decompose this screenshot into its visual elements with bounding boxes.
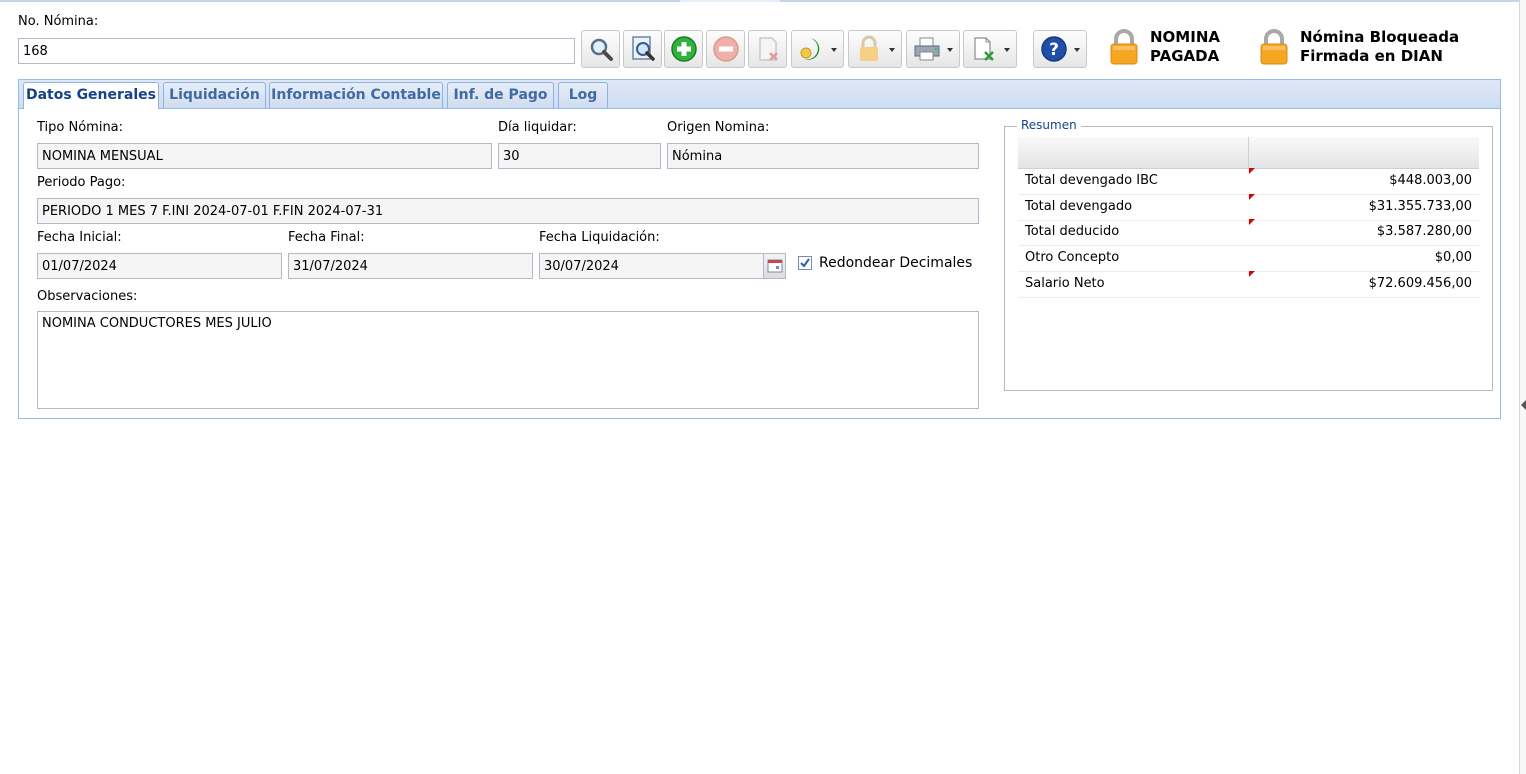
- calendar-icon: [767, 259, 783, 273]
- fecha-liquidacion-field[interactable]: [539, 253, 786, 279]
- chevron-down-icon: [947, 48, 953, 52]
- moon-gear-icon: [800, 38, 820, 60]
- table-row[interactable]: Total devengado $31.355.733,00: [1018, 194, 1479, 221]
- tab-inf-de-pago[interactable]: Inf. de Pago: [447, 82, 554, 108]
- fecha-inicial-label: Fecha Inicial:: [37, 230, 122, 245]
- nomina-pagada-text: NOMINA PAGADA: [1150, 28, 1220, 65]
- resumen-fieldset: Resumen Total devengado IBC $448.003,00 …: [1004, 118, 1493, 391]
- redondear-decimales-label[interactable]: Redondear Decimales: [819, 255, 972, 271]
- lock-dropdown-button[interactable]: [848, 30, 902, 68]
- remove-button[interactable]: [706, 30, 745, 68]
- valor-cell: $72.609.456,00: [1368, 276, 1472, 291]
- tab-log[interactable]: Log: [558, 82, 608, 108]
- fecha-inicial-field[interactable]: [37, 253, 282, 279]
- collapse-arrow-icon[interactable]: [1521, 400, 1526, 410]
- table-row[interactable]: Total devengado IBC $448.003,00: [1018, 168, 1479, 195]
- tipo-nomina-field[interactable]: [37, 143, 492, 169]
- observaciones-textarea[interactable]: NOMINA CONDUCTORES MES JULIO: [37, 311, 979, 409]
- observaciones-label: Observaciones:: [37, 289, 138, 304]
- page-delete-icon: [758, 37, 778, 61]
- dia-liquidar-label: Día liquidar:: [498, 120, 577, 135]
- search-button[interactable]: [581, 30, 620, 68]
- valor-cell: $448.003,00: [1389, 173, 1472, 188]
- concepto-cell: Salario Neto: [1025, 276, 1105, 291]
- fecha-final-label: Fecha Final:: [288, 230, 365, 245]
- document-search-icon: [631, 36, 655, 61]
- tab-strip: Datos Generales Liquidación Información …: [19, 80, 1500, 109]
- chevron-down-icon: [1074, 48, 1080, 52]
- advanced-search-button[interactable]: [623, 30, 662, 68]
- valor-cell: $3.587.280,00: [1376, 224, 1472, 239]
- periodo-pago-label: Periodo Pago:: [37, 175, 126, 190]
- print-dropdown-button[interactable]: [906, 30, 960, 68]
- dia-liquidar-field[interactable]: [498, 143, 661, 169]
- plus-circle-icon: [670, 36, 697, 62]
- fecha-liquidacion-label: Fecha Liquidación:: [539, 230, 660, 245]
- right-collapse-bar[interactable]: [1519, 0, 1526, 774]
- add-button[interactable]: [664, 30, 703, 68]
- svg-text:?: ?: [1049, 40, 1059, 60]
- checkmark-icon: [800, 258, 810, 268]
- concepto-cell: Total devengado: [1025, 199, 1133, 214]
- date-picker-button[interactable]: [763, 254, 785, 278]
- concepto-cell: Total deducido: [1025, 224, 1120, 239]
- delete-button[interactable]: [748, 30, 787, 68]
- column-separator[interactable]: [1248, 137, 1249, 168]
- periodo-pago-field[interactable]: [37, 198, 979, 224]
- dirty-marker: [1249, 194, 1255, 200]
- help-dropdown-button[interactable]: ?: [1033, 30, 1087, 68]
- valor-cell: $31.355.733,00: [1368, 199, 1472, 214]
- nomina-bloqueada-badge: Nómina Bloqueada Firmada en DIAN: [1258, 28, 1459, 66]
- magnifier-icon: [590, 38, 613, 61]
- chevron-down-icon: [1004, 48, 1010, 52]
- lock-icon: [1260, 29, 1288, 65]
- dirty-marker: [1249, 168, 1255, 174]
- nomina-pagada-badge: NOMINA PAGADA: [1108, 28, 1220, 66]
- printer-icon: [914, 37, 940, 61]
- fecha-final-field[interactable]: [288, 253, 533, 279]
- export-dropdown-button[interactable]: [963, 30, 1017, 68]
- nomina-label: No. Nómina:: [18, 14, 99, 29]
- tipo-nomina-label: Tipo Nómina:: [37, 120, 124, 135]
- tab-liquidacion[interactable]: Liquidación: [163, 82, 266, 108]
- table-row[interactable]: Total deducido $3.587.280,00: [1018, 219, 1479, 246]
- resumen-legend: Resumen: [1017, 118, 1081, 132]
- top-border-highlight: [680, 0, 780, 2]
- dirty-marker: [1249, 219, 1255, 225]
- origen-nomina-label: Origen Nomina:: [667, 120, 770, 135]
- excel-export-icon: [974, 37, 994, 61]
- minus-circle-icon: [712, 36, 739, 62]
- origen-nomina-field[interactable]: [667, 143, 979, 169]
- redondear-decimales-checkbox[interactable]: [798, 256, 812, 270]
- lock-icon: [1110, 29, 1138, 65]
- help-icon: ?: [1041, 36, 1067, 62]
- lock-icon: [859, 35, 878, 61]
- chevron-down-icon: [889, 48, 895, 52]
- dirty-marker: [1249, 271, 1255, 277]
- valor-cell: $0,00: [1434, 250, 1472, 265]
- process-dropdown-button[interactable]: [791, 30, 844, 68]
- nomina-number-input[interactable]: [18, 38, 575, 64]
- nomina-bloqueada-text: Nómina Bloqueada Firmada en DIAN: [1300, 28, 1460, 65]
- tab-informacion-contable[interactable]: Información Contable: [269, 82, 443, 108]
- table-row[interactable]: Otro Concepto $0,00: [1018, 245, 1479, 272]
- chevron-down-icon: [831, 48, 837, 52]
- concepto-cell: Total devengado IBC: [1025, 173, 1158, 188]
- concepto-cell: Otro Concepto: [1025, 250, 1120, 265]
- tab-datos-generales[interactable]: Datos Generales: [23, 82, 159, 109]
- resumen-grid-header: [1018, 137, 1479, 169]
- table-row[interactable]: Salario Neto $72.609.456,00: [1018, 271, 1479, 298]
